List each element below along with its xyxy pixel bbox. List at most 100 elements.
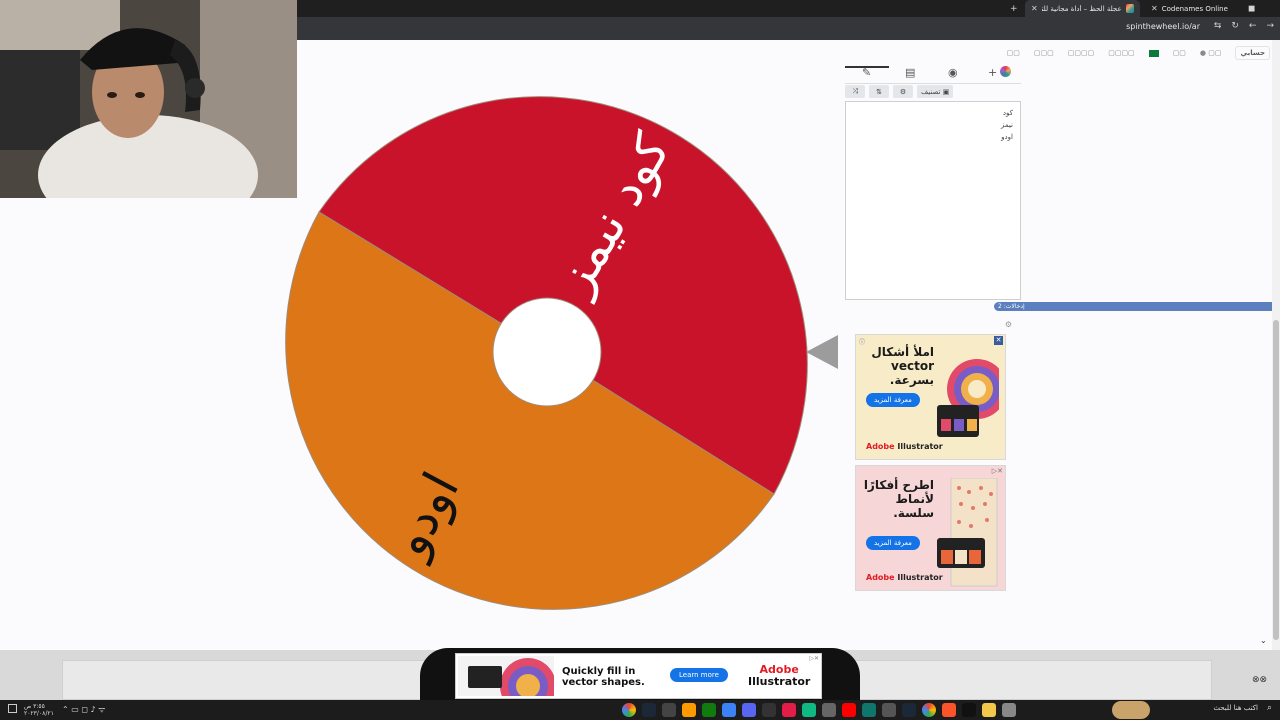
settings-button[interactable]: ⚙: [893, 85, 913, 98]
ad-close-icon[interactable]: ▷✕: [992, 467, 1003, 475]
color-palette-icon[interactable]: [1000, 66, 1011, 77]
close-overlay-icon[interactable]: ⊗⊗: [1252, 675, 1267, 685]
site-top-nav: ▢▢ ▢▢▢ ▢▢▢▢ ▢▢▢▢ ▢▢ ● ▢▢ حسابي: [1007, 46, 1270, 60]
tiktok-icon[interactable]: [962, 703, 976, 717]
hide-icon[interactable]: ◉: [948, 66, 958, 79]
nav-buttons: ⇆ ↻ ← →: [1214, 21, 1274, 31]
clock-time: ٣:٥٥ ص: [24, 703, 45, 710]
new-tab-icon[interactable]: +: [1010, 0, 1018, 17]
page-scrollbar[interactable]: [1272, 40, 1280, 650]
nav-item[interactable]: ▢▢: [1007, 49, 1020, 57]
app-icon[interactable]: [722, 703, 736, 717]
xbox-icon[interactable]: [702, 703, 716, 717]
url-text[interactable]: spinthewheel.io/ar: [1126, 22, 1200, 31]
steam-icon[interactable]: [642, 703, 656, 717]
reload-icon[interactable]: ↻: [1231, 21, 1239, 31]
chrome-icon[interactable]: [622, 703, 636, 717]
app-icon[interactable]: [862, 703, 876, 717]
taskbar-clock: ٣:٥٥ ص ٢٠٢٣/٠٨/٢١: [24, 703, 54, 717]
clipboard-icon[interactable]: ▤: [905, 66, 915, 79]
forward-icon[interactable]: →: [1266, 21, 1274, 31]
ad-illustrator-2[interactable]: ▷✕ اطرح أفكارًا لأنماط سلسة. معرفة المزي…: [855, 465, 1006, 591]
app-icon[interactable]: [782, 703, 796, 717]
search-highlight-icon[interactable]: [1112, 701, 1150, 719]
youtube-icon[interactable]: [842, 703, 856, 717]
discord-icon[interactable]: [742, 703, 756, 717]
ad-close-icon[interactable]: ✕: [994, 336, 1003, 345]
entry-line: اودو: [1001, 133, 1013, 141]
clock-date: ٢٠٢٣/٠٨/٢١: [24, 710, 54, 717]
ad-pattern-artwork: [937, 478, 998, 587]
nav-item[interactable]: ▢▢: [1173, 49, 1186, 57]
learn-more-button[interactable]: Learn more: [670, 668, 728, 682]
ad-cta-button[interactable]: معرفة المزيد: [866, 536, 920, 550]
sort-button[interactable]: ⇅: [869, 85, 889, 98]
app-icon[interactable]: [802, 703, 816, 717]
shuffle-button[interactable]: ⤨: [845, 85, 865, 98]
app-icon[interactable]: [662, 703, 676, 717]
wheel-hub: [492, 297, 602, 407]
ad-brand: Adobe Illustrator: [748, 664, 810, 688]
scrollbar-thumb[interactable]: [1273, 320, 1279, 640]
entry-line: كود نيمز: [1001, 109, 1013, 129]
ad-spiral-artwork: [458, 656, 554, 696]
nav-item[interactable]: ▢▢▢: [1034, 49, 1054, 57]
spin-wheel[interactable]: كود نيمز اودو: [278, 82, 818, 622]
notifications-icon[interactable]: [8, 704, 17, 713]
site-settings-icon[interactable]: ⇆: [1214, 21, 1222, 31]
brave-icon[interactable]: [942, 703, 956, 717]
ad-headline: املأ أشكال vector بسرعة.: [871, 345, 934, 387]
chrome-icon[interactable]: [922, 703, 936, 717]
headline-line-2: vector shapes.: [562, 677, 645, 688]
ad-headline: اطرح أفكارًا لأنماط سلسة.: [863, 478, 934, 520]
os-taskbar: ٣:٥٥ ص ٢٠٢٣/٠٨/٢١ ⌃ ▭ ◻ ♪ ᯤ اكتب هنا للب…: [0, 700, 1280, 720]
ad-cta-button[interactable]: معرفة المزيد: [866, 393, 920, 407]
panel-tabs: ✎ ▤ ◉ +: [845, 64, 1021, 84]
settings-icon[interactable]: ⚙: [1005, 320, 1012, 329]
product-wordmark: Illustrator: [897, 573, 943, 582]
account-button[interactable]: حسابي: [1235, 46, 1270, 60]
close-tab-icon[interactable]: ✕: [1151, 4, 1158, 13]
task-view-icon[interactable]: [1002, 703, 1016, 717]
add-icon[interactable]: +: [988, 66, 997, 79]
ad-brand: Adobe Illustrator: [866, 442, 943, 451]
back-icon[interactable]: ←: [1249, 21, 1257, 31]
wheel-favicon-icon: [1125, 4, 1134, 13]
tab-title: Codenames Online: [1161, 4, 1228, 13]
app-icon[interactable]: [682, 703, 696, 717]
editor-toolbar: ⤨ ⇅ ⚙ تصنيف ▣: [845, 85, 954, 98]
tab-spinthewheel[interactable]: ✕ عجلة الحظ – أداة مجانية للتدوير ال...: [1025, 0, 1140, 17]
ad-spiral-artwork: [937, 359, 999, 437]
active-tab-indicator: [845, 66, 889, 68]
entries-textarea[interactable]: كود نيمز اودو ⚙: [845, 101, 1021, 329]
taskbar-search[interactable]: اكتب هنا للبحث: [1213, 704, 1258, 712]
entries-count-badge: إدخالات: 2: [994, 302, 1280, 311]
file-explorer-icon[interactable]: [982, 703, 996, 717]
app-icon[interactable]: [762, 703, 776, 717]
steam-icon[interactable]: [902, 703, 916, 717]
saudi-flag-icon[interactable]: [1148, 49, 1159, 57]
system-tray-icons[interactable]: ⌃ ▭ ◻ ♪ ᯤ: [62, 704, 105, 715]
search-icon[interactable]: ⌕: [1267, 703, 1272, 713]
nav-item[interactable]: ▢▢▢▢: [1068, 49, 1094, 57]
chevron-down-icon[interactable]: ⌄: [1260, 636, 1267, 645]
profile-icon[interactable]: ◼: [1248, 0, 1255, 17]
app-icon[interactable]: [882, 703, 896, 717]
tab-codenames[interactable]: ✕ Codenames Online: [1145, 0, 1245, 17]
adobe-wordmark: Adobe: [866, 573, 895, 582]
headline-line-1: Quickly fill in: [562, 666, 636, 677]
product-wordmark: Illustrator: [748, 675, 811, 688]
wheel-pointer: [806, 335, 838, 369]
nav-item[interactable]: ● ▢▢: [1200, 49, 1222, 57]
ad-illustrator-1[interactable]: ✕ ⓘ املأ أشكال vector بسرعة. معرفة المزي…: [855, 334, 1006, 460]
ad-brand: Adobe Illustrator: [866, 573, 943, 582]
close-tab-icon[interactable]: ✕: [1031, 4, 1038, 13]
product-wordmark: Illustrator: [897, 442, 943, 451]
nav-item[interactable]: ▢▢▢▢: [1108, 49, 1134, 57]
add-image-label: تصنيف: [921, 87, 941, 96]
app-icon[interactable]: [822, 703, 836, 717]
add-image-button[interactable]: تصنيف ▣: [917, 85, 954, 98]
bottom-ad[interactable]: Quickly fill in vector shapes. Learn more…: [455, 653, 822, 699]
ad-close-icon[interactable]: ▷✕: [809, 655, 819, 662]
adobe-wordmark: Adobe: [866, 442, 895, 451]
